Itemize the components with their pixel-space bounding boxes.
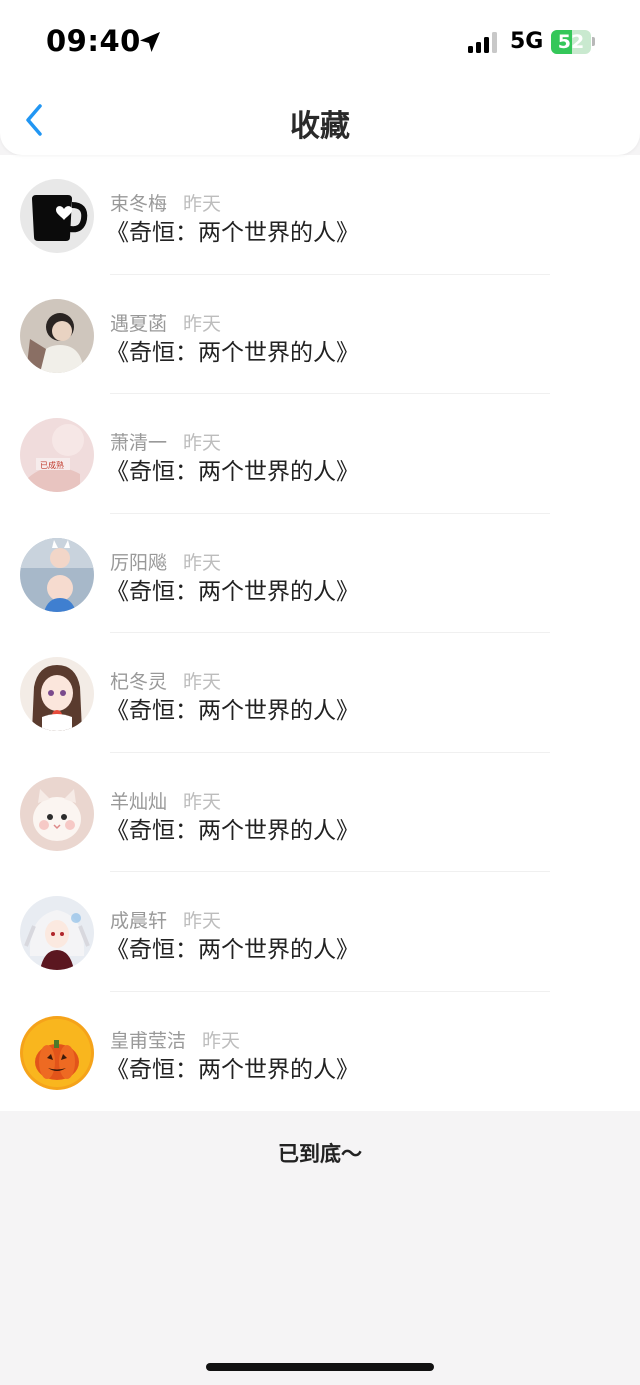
list-item[interactable]: 羊灿灿 昨天 《奇恒：两个世界的人》	[0, 753, 640, 872]
book-title[interactable]: 《奇恒：两个世界的人》	[106, 691, 359, 725]
cellular-signal-icon	[468, 32, 497, 53]
avatar[interactable]: 已成熟	[20, 418, 94, 492]
battery-icon: 52	[551, 30, 591, 54]
avatar[interactable]	[20, 657, 94, 731]
network-type: 5G	[510, 29, 544, 54]
user-nickname-row: 遇夏菡 昨天	[110, 309, 221, 336]
page-title: 收藏	[290, 109, 350, 144]
book-title[interactable]: 《奇恒：两个世界的人》	[106, 811, 359, 845]
user-nickname: 杞冬灵	[110, 671, 168, 693]
user-nickname: 羊灿灿	[110, 790, 168, 813]
list-item[interactable]: 厉阳飚 昨天 《奇恒：两个世界的人》	[0, 514, 640, 633]
favorite-time: 昨天	[183, 910, 222, 932]
avatar[interactable]	[20, 179, 94, 253]
avatar[interactable]	[20, 776, 94, 851]
book-title[interactable]: 《奇恒：两个世界的人》	[106, 213, 359, 247]
favorite-time: 昨天	[183, 671, 222, 693]
end-of-list-text: 已到底～	[278, 1142, 362, 1166]
user-nickname-row: 杞冬灵 昨天	[110, 667, 221, 694]
book-title[interactable]: 《奇恒：两个世界的人》	[106, 930, 359, 964]
avatar[interactable]	[20, 537, 94, 612]
user-nickname-row: 厉阳飚 昨天	[110, 548, 221, 575]
favorite-time: 昨天	[183, 193, 222, 215]
avatar[interactable]	[20, 896, 94, 970]
favorite-time: 昨天	[183, 432, 222, 454]
avatar[interactable]	[20, 298, 94, 373]
user-nickname-row: 成晨轩 昨天	[110, 906, 221, 933]
list-item[interactable]: 已成熟 萧清一 昨天 《奇恒：两个世界的人》	[0, 394, 640, 514]
location-arrow-icon	[140, 32, 160, 52]
svg-text:已成熟: 已成熟	[40, 460, 64, 470]
favorite-time: 昨天	[183, 312, 222, 335]
user-nickname: 厉阳飚	[110, 551, 168, 574]
status-bar: 09:40 5G 52	[0, 0, 640, 88]
favorite-time: 昨天	[183, 790, 222, 813]
user-nickname: 遇夏菡	[110, 312, 168, 335]
list-item[interactable]: 成晨轩 昨天 《奇恒：两个世界的人》	[0, 872, 640, 992]
favorite-time: 昨天	[202, 1029, 241, 1052]
book-title[interactable]: 《奇恒：两个世界的人》	[106, 572, 359, 606]
user-nickname-row: 萧清一 昨天	[110, 428, 221, 455]
status-time: 09:40	[46, 24, 141, 58]
book-title[interactable]: 《奇恒：两个世界的人》	[106, 452, 359, 486]
list-item[interactable]: 遇夏菡 昨天 《奇恒：两个世界的人》	[0, 275, 640, 394]
list-item[interactable]: 杞冬灵 昨天 《奇恒：两个世界的人》	[0, 633, 640, 753]
user-nickname: 成晨轩	[110, 910, 168, 932]
list-item[interactable]: 皇甫莹洁 昨天 《奇恒：两个世界的人》	[0, 992, 640, 1112]
user-nickname-row: 羊灿灿 昨天	[110, 787, 221, 814]
favorite-time: 昨天	[183, 551, 222, 574]
list-item[interactable]: 束冬梅 昨天 《奇恒：两个世界的人》	[0, 155, 640, 275]
favorites-list: 束冬梅 昨天 《奇恒：两个世界的人》 遇夏菡 昨天 《奇恒：两个世界的人》 已成熟 萧清一 昨天…	[0, 155, 640, 1111]
user-nickname: 束冬梅	[110, 193, 168, 215]
user-nickname-row: 束冬梅 昨天	[110, 189, 221, 216]
avatar[interactable]	[20, 1015, 94, 1090]
user-nickname-row: 皇甫莹洁 昨天	[110, 1026, 240, 1053]
book-title[interactable]: 《奇恒：两个世界的人》	[106, 333, 359, 367]
book-title[interactable]: 《奇恒：两个世界的人》	[106, 1050, 359, 1084]
user-nickname: 萧清一	[110, 432, 168, 454]
home-indicator[interactable]	[206, 1363, 434, 1371]
battery-level: 52	[557, 31, 585, 53]
user-nickname: 皇甫莹洁	[110, 1029, 187, 1052]
battery-cap	[592, 37, 595, 46]
top-header: 09:40 5G 52 收藏	[0, 0, 640, 155]
